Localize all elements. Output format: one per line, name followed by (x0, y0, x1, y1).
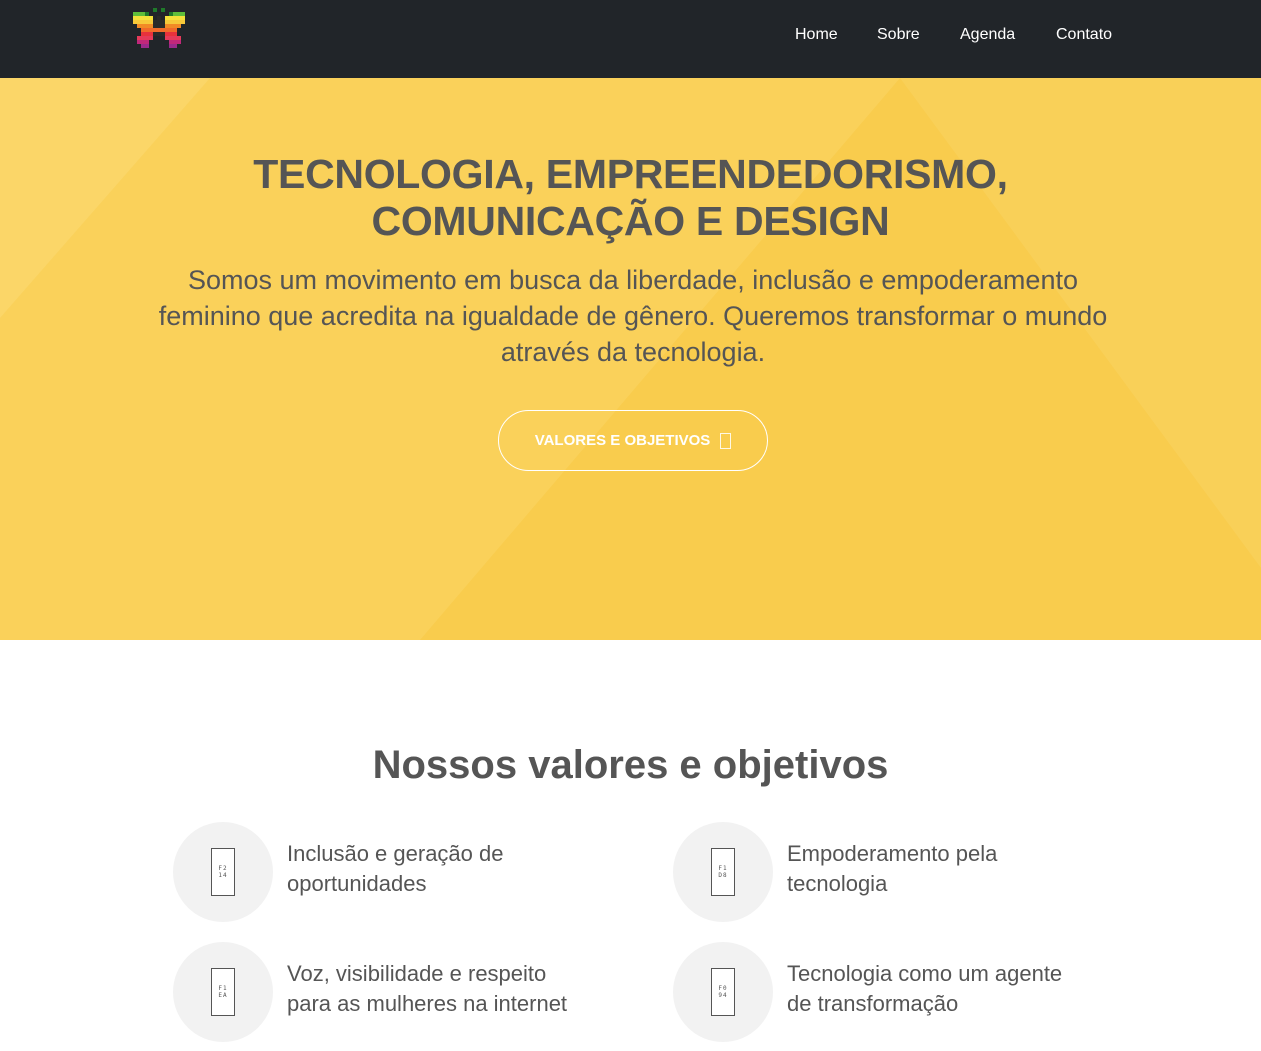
bullhorn-icon: F1 EA (211, 968, 235, 1016)
users-icon: F2 14 (211, 848, 235, 896)
values-title: Nossos valores e objetivos (372, 743, 889, 787)
hero-title-line1: TECNOLOGIA, EMPREENDEDORISMO, (253, 151, 1008, 197)
value-icon-circle: F1 D8 (673, 822, 773, 922)
value-text: Tecnologia como um agente de transformaç… (787, 961, 1063, 1016)
value-icon-circle: F1 EA (173, 942, 273, 1042)
value-item: F1 EA Voz, visibilidade e respeito para a… (173, 942, 613, 1042)
hero-title-line2: COMUNICAÇÃO E DESIGN (371, 198, 890, 244)
value-icon-circle: F0 94 (673, 942, 773, 1042)
power-icon: F1 D8 (711, 848, 735, 896)
hero-section: TECNOLOGIA, EMPREENDEDORISMO, COMUNICAÇÃ… (0, 78, 1261, 640)
nav-link-agenda[interactable]: Agenda (960, 25, 1015, 45)
valores-objetivos-label: VALORES E OBJETIVOS (534, 432, 711, 449)
value-text: Voz, visibilidade e respeito para as mul… (287, 961, 568, 1016)
value-text: Empoderamento pela tecnologia (787, 841, 998, 896)
refresh-icon: F0 94 (711, 968, 735, 1016)
value-item: F0 94 Tecnologia como um agente de transf… (673, 942, 1113, 1042)
hero-subtitle: Somos um movimento em busca da liberdade… (158, 265, 1108, 367)
value-item: F1 D8 Empoderamento pela tecnologia (673, 822, 1113, 922)
arrow-down-icon (720, 432, 732, 449)
butterfly-logo[interactable] (133, 8, 185, 56)
hero-title: TECNOLOGIA, EMPREENDEDORISMO, COMUNICAÇÃ… (0, 151, 1261, 245)
value-icon-circle: F2 14 (173, 822, 273, 922)
value-text: Inclusão e geração de oportunidades (287, 841, 504, 896)
valores-objetivos-button[interactable]: VALORES E OBJETIVOS (498, 410, 768, 471)
nav-link-contato[interactable]: Contato (1056, 25, 1112, 45)
value-item: F2 14 Inclusão e geração de oportunidades (173, 822, 613, 922)
nav-link-home[interactable]: Home (795, 25, 838, 45)
nav-link-sobre[interactable]: Sobre (877, 25, 920, 45)
navbar: Home Sobre Agenda Contato (0, 0, 1261, 78)
